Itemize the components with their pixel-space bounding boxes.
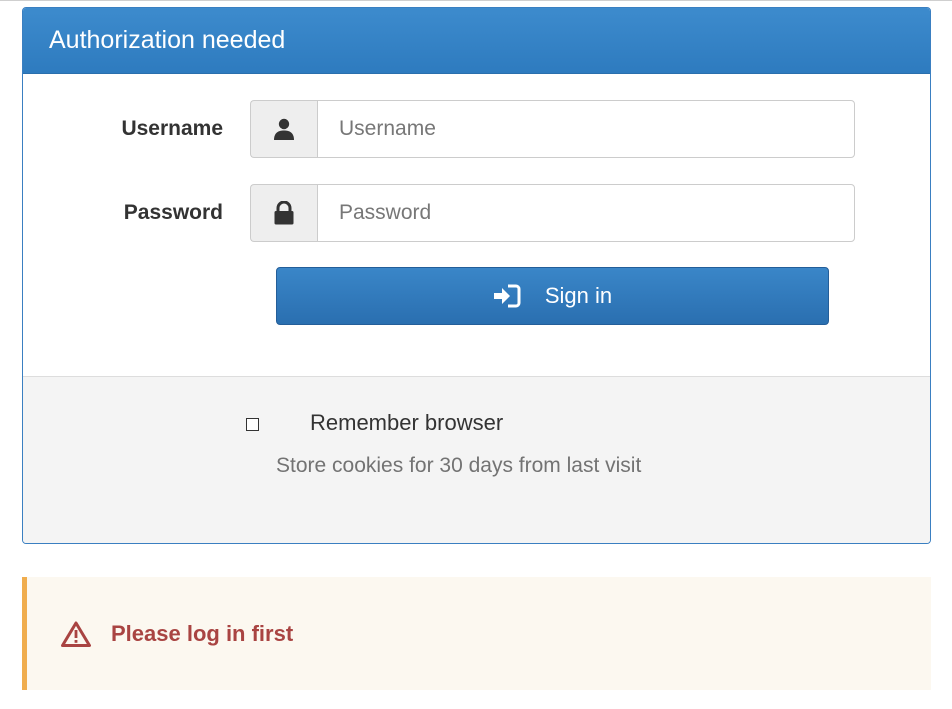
warning-alert: Please log in first (22, 577, 931, 690)
sign-in-icon (493, 284, 521, 308)
username-row: Username (23, 100, 930, 158)
sign-in-button[interactable]: Sign in (276, 267, 829, 325)
user-icon (274, 118, 294, 140)
panel-title: Authorization needed (49, 26, 286, 54)
username-label: Username (121, 117, 223, 140)
panel-heading: Authorization needed (23, 8, 930, 74)
remember-browser-checkbox[interactable] (246, 418, 259, 431)
warning-triangle-icon (61, 621, 91, 647)
lock-icon (274, 201, 294, 225)
sign-in-label: Sign in (544, 283, 613, 308)
login-panel: Authorization needed Username Password (22, 7, 931, 544)
username-input[interactable] (317, 100, 855, 158)
password-input-group (250, 184, 855, 242)
password-label: Password (123, 201, 223, 224)
username-input-group (250, 100, 855, 158)
password-input[interactable] (317, 184, 855, 242)
login-form: Username Password (23, 74, 930, 376)
remember-browser-label[interactable]: Remember browser (310, 410, 503, 436)
panel-footer: Remember browser Store cookies for 30 da… (23, 376, 930, 543)
password-addon (250, 184, 317, 242)
alert-message: Please log in first (111, 620, 294, 646)
password-row: Password (23, 184, 930, 242)
top-divider (0, 0, 952, 1)
remember-browser-help: Store cookies for 30 days from last visi… (276, 454, 642, 477)
username-addon (250, 100, 317, 158)
